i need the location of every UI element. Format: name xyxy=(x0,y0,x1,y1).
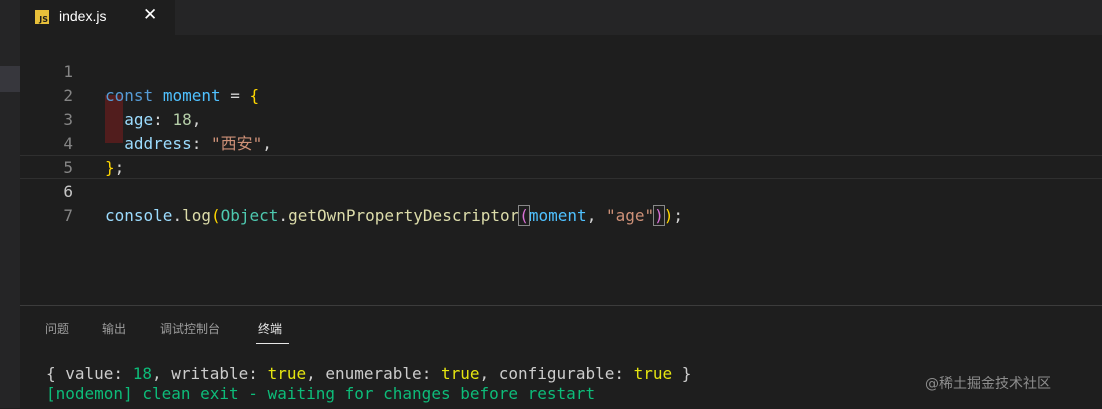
bottom-panel: 问题 输出 调试控制台 终端 { value: 18, writable: tr… xyxy=(20,305,1102,409)
active-tab-underline xyxy=(256,343,289,344)
dot: . xyxy=(172,206,183,225)
paren: ( xyxy=(210,206,221,225)
string: "age" xyxy=(605,206,655,225)
identifier: console xyxy=(105,206,173,225)
javascript-file-icon: JS xyxy=(35,10,49,24)
code-editor[interactable]: 1 const moment = { 2 age: 18, 3 address:… xyxy=(20,35,1102,305)
activity-strip xyxy=(0,0,20,408)
code-line: 7 xyxy=(20,180,1102,225)
close-icon[interactable]: ✕ xyxy=(143,5,157,25)
paren: ( xyxy=(518,205,530,226)
code-line: 2 age: 18, xyxy=(20,60,1102,129)
tab-terminal[interactable]: 终端 xyxy=(258,320,282,337)
function-name: getOwnPropertyDescriptor xyxy=(288,206,520,225)
tab-debug-console[interactable]: 调试控制台 xyxy=(160,320,220,337)
semicolon: ; xyxy=(673,206,684,225)
dot: . xyxy=(278,206,289,225)
code-line-current: 6 console.log(Object.getOwnPropertyDescr… xyxy=(20,155,1102,226)
terminal-text: { value: xyxy=(46,364,133,383)
terminal-boolean: true xyxy=(633,364,673,383)
line-number: 7 xyxy=(63,206,73,225)
watermark: @稀土掘金技术社区 xyxy=(925,376,1051,392)
terminal-text: , configurable: xyxy=(479,364,634,383)
tab-index-js[interactable]: JS index.js ✕ xyxy=(20,0,175,35)
terminal-boolean: true xyxy=(267,364,307,383)
function-name: log xyxy=(182,206,211,225)
tab-output[interactable]: 输出 xyxy=(102,320,126,337)
terminal-output-line: { value: 18, writable: true, enumerable:… xyxy=(46,364,691,383)
paren: ) xyxy=(653,205,665,226)
editor-tab-bar: JS index.js ✕ xyxy=(20,0,1102,35)
code-line: 1 const moment = { xyxy=(20,36,1102,105)
terminal-text: , enumerable: xyxy=(306,364,441,383)
terminal-text: } xyxy=(672,364,692,383)
class-name: Object xyxy=(220,206,279,225)
code-line: 5 xyxy=(20,132,1102,177)
tab-problems[interactable]: 问题 xyxy=(45,320,69,337)
variable: moment xyxy=(528,206,587,225)
terminal-nodemon-line: [nodemon] clean exit - waiting for chang… xyxy=(46,384,596,403)
code-line: 4 }; xyxy=(20,108,1102,177)
terminal-number: 18 xyxy=(132,364,152,383)
paren: ) xyxy=(663,206,674,225)
terminal-text: , writable: xyxy=(151,364,268,383)
sidebar-selection-marker xyxy=(0,66,20,92)
comma: , xyxy=(586,206,606,225)
terminal-boolean: true xyxy=(440,364,480,383)
code-line: 3 address: "西安", xyxy=(20,84,1102,153)
tab-label: index.js xyxy=(59,8,107,24)
